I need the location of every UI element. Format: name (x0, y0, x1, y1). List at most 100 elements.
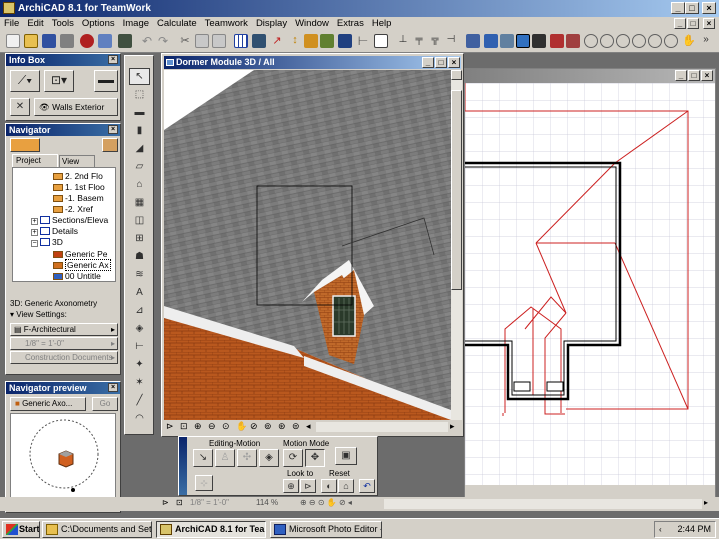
marquee-tool-icon[interactable]: ⬚ (129, 86, 150, 103)
3d-pan-icon[interactable]: ✋ (236, 421, 247, 432)
status-nav-icon[interactable]: ⊳ (162, 498, 174, 509)
menu-display[interactable]: Display (252, 17, 291, 30)
floorplan-minimize-button[interactable]: _ (675, 70, 687, 81)
doc-setting-dropdown[interactable]: Construction Documents ▸ (10, 351, 118, 364)
mesh-tool-icon[interactable]: ▦ (129, 194, 150, 211)
3d-viewport[interactable] (164, 70, 451, 420)
align-center-icon[interactable]: ╤ (412, 34, 426, 48)
doc-minimize-button[interactable]: _ (674, 18, 686, 29)
view-settings-label[interactable]: ▾ View Settings: (10, 310, 67, 319)
roof-tool-icon[interactable]: ⌂ (129, 176, 150, 193)
paste-icon[interactable] (212, 34, 226, 48)
redo-icon[interactable]: ↷ (156, 34, 170, 48)
door-tool-icon[interactable]: ◫ (129, 212, 150, 229)
next-zoom-icon[interactable] (648, 34, 662, 48)
cut-icon[interactable]: ✂ (178, 34, 192, 48)
favorites-button[interactable]: 👁 Walls Exterior (34, 98, 118, 116)
wall-tool-icon[interactable]: ✕ (10, 98, 30, 116)
photo-render-icon[interactable] (532, 34, 546, 48)
motion-move-icon[interactable]: ✥ (305, 449, 325, 467)
window-tool-icon[interactable]: ⊞ (129, 230, 150, 247)
orbit-icon[interactable] (484, 34, 498, 48)
redraw-icon[interactable] (550, 34, 564, 48)
menu-edit[interactable]: Edit (23, 17, 47, 30)
tree-story-1[interactable]: 1. 1st Floo (53, 182, 105, 193)
camera-tool-icon[interactable]: ✦ (129, 356, 150, 373)
3d-nav-zoom-area-icon[interactable]: ⊡ (180, 421, 188, 432)
pan-icon[interactable]: ✋ (682, 34, 696, 48)
3d-explore-icon[interactable]: ⊜ (292, 421, 300, 432)
slab-tool-icon[interactable]: ▱ (129, 158, 150, 175)
scroll-up-icon[interactable] (451, 70, 462, 80)
3d-horizontal-scrollbar[interactable] (316, 422, 448, 432)
3d-vertical-scrollbar[interactable] (451, 70, 462, 420)
orbit-move-icon[interactable]: ✣ (237, 449, 257, 467)
menu-tools[interactable]: Tools (48, 17, 78, 30)
wall-tool-icon[interactable]: ▬ (129, 104, 150, 121)
print-icon[interactable] (60, 34, 74, 48)
fill-tool-icon[interactable]: ◈ (129, 320, 150, 337)
look-side-icon[interactable]: ⊳ (300, 479, 316, 493)
save-icon[interactable] (42, 34, 56, 48)
palette-handle[interactable] (179, 437, 187, 495)
3d-minimize-button[interactable]: _ (422, 57, 434, 68)
zoom-out-icon[interactable] (600, 34, 614, 48)
undo-icon[interactable]: ↶ (140, 34, 154, 48)
edit-cursor-icon[interactable]: ↘ (193, 449, 213, 467)
wall-geometry-icon[interactable]: ⟋▾ (10, 70, 40, 92)
status-scroll-right-icon[interactable]: ▸ (704, 498, 708, 507)
guide-icon[interactable]: ↗ (270, 34, 284, 48)
arrow-tool-icon[interactable]: ↖ (129, 68, 150, 85)
tab-project-map[interactable]: Project Map (12, 154, 58, 177)
3d-prev-zoom-icon[interactable]: ⊘ (250, 421, 258, 432)
menu-extras[interactable]: Extras (333, 17, 368, 30)
edit-handle-icon[interactable]: ⊹ (195, 475, 213, 491)
reset-view-icon[interactable]: ◐ (321, 479, 337, 493)
wall-thickness-icon[interactable] (94, 70, 118, 92)
previous-zoom-icon[interactable] (632, 34, 646, 48)
3d-scroll-right-icon[interactable]: ▸ (450, 421, 455, 432)
motion-zoom-icon[interactable]: ▣ (335, 447, 357, 465)
navigator-close-button[interactable]: × (108, 125, 118, 134)
project-map-icon[interactable] (10, 138, 40, 152)
go-button[interactable]: Go (92, 397, 118, 411)
start-button[interactable]: Start (2, 521, 40, 538)
undo-view-icon[interactable]: ↶ (359, 479, 375, 493)
new-icon[interactable] (6, 34, 20, 48)
info-box-close-button[interactable]: × (108, 55, 118, 64)
scale-dropdown[interactable]: 1/8" = 1'-0" ▸ (10, 337, 118, 350)
menu-teamwork[interactable]: Teamwork (201, 17, 252, 30)
tree-story-xref[interactable]: -2. Xref (53, 204, 93, 215)
reset-home-icon[interactable]: ⌂ (338, 479, 354, 493)
3d-close-button[interactable]: × (448, 57, 460, 68)
fly-icon[interactable] (466, 34, 480, 48)
dimension-tool-icon[interactable]: ⊢ (129, 338, 150, 355)
preview-canvas[interactable] (10, 413, 116, 499)
task-photo-editor[interactable]: Microsoft Photo Editor - [... (270, 521, 382, 538)
status-zoom-level[interactable]: 114 % (256, 498, 292, 510)
preview-close-button[interactable]: × (108, 383, 118, 392)
look-center-icon[interactable]: ⊕ (283, 479, 299, 493)
menu-image[interactable]: Image (119, 17, 153, 30)
tree-sections[interactable]: + Sections/Eleva (31, 215, 108, 226)
3d-zoom-out-icon[interactable]: ⊖ (208, 421, 216, 432)
collapse-icon[interactable]: − (31, 240, 38, 247)
zoom-in-icon[interactable] (584, 34, 598, 48)
3d-walk-icon[interactable]: ⊛ (278, 421, 286, 432)
project-tree[interactable]: 2. 2nd Flo 1. 1st Floo -1. Basem -2. Xre… (12, 167, 116, 282)
stamp-icon[interactable] (118, 34, 132, 48)
archicad-icon[interactable] (3, 2, 15, 14)
trace-icon[interactable] (304, 34, 318, 48)
tree-details[interactable]: + Details (31, 226, 78, 237)
rotate-cube-icon[interactable]: ◈ (259, 449, 279, 467)
line-tool-icon[interactable]: ╱ (129, 392, 150, 409)
3d-maximize-button[interactable]: □ (435, 57, 447, 68)
more-tools-icon[interactable]: » (699, 34, 713, 48)
preview-view-dropdown[interactable]: ■ Generic Axo... (10, 397, 86, 411)
text-tool-icon[interactable]: A (129, 284, 150, 301)
3d-fit-icon[interactable]: ⊙ (222, 421, 230, 432)
task-archicad[interactable]: ArchiCAD 8.1 for Tea... (156, 521, 266, 538)
doc-close-button[interactable]: × (703, 18, 715, 29)
tree-3d[interactable]: −3D (31, 237, 63, 248)
speaker-icon[interactable]: ‹ (659, 522, 662, 537)
